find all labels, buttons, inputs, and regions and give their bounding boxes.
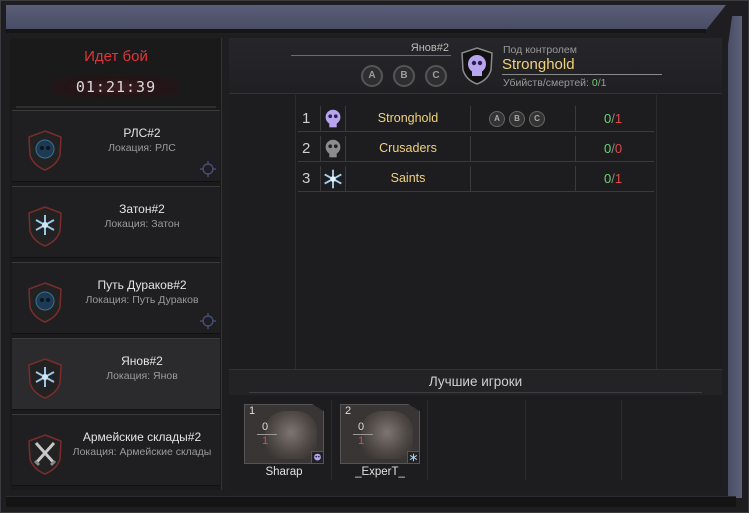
column-divider (575, 166, 576, 192)
capture-point-c-icon: C (529, 111, 545, 127)
player-rank: 1 (249, 405, 256, 417)
controlled-underline (502, 74, 662, 75)
location-item-yanov[interactable]: Янов#2 Локация: Янов (12, 338, 220, 410)
skull-emblem-icon (28, 130, 62, 171)
location-subtitle: Локация: Янов (106, 370, 178, 382)
title-bar-shadow (6, 29, 706, 33)
faction-deaths: 1 (614, 111, 623, 126)
location-item-zaton[interactable]: Затон#2 Локация: Затон (12, 186, 220, 258)
faction-name: Saints (390, 171, 426, 185)
snowflake-emblem-icon (28, 206, 62, 247)
player-slot-divider (621, 400, 622, 480)
header-location-name: Янов#2 (410, 42, 449, 54)
faction-deaths: 0 (614, 141, 623, 156)
faction-score: 0/0 (578, 141, 648, 156)
faction-rank: 1 (302, 110, 311, 127)
player-deaths: 1 (262, 435, 269, 447)
faction-row[interactable]: 1 Stronghold A B C 0/1 (298, 106, 654, 132)
skull-emblem-icon (28, 282, 62, 323)
best-players-underline (249, 392, 702, 393)
snowflake-icon (407, 451, 419, 463)
faction-name: Stronghold (377, 111, 439, 125)
player-kills: 0 (358, 421, 365, 433)
column-divider (470, 106, 471, 132)
player-name: _ExperT_ (355, 466, 405, 478)
location-name: Армейские склады#2 (82, 430, 202, 444)
locations-panel: Идет бой 01:21:39 РЛС#2 Локация: РЛС Зат… (10, 38, 222, 490)
faction-name: Crusaders (379, 141, 437, 155)
column-divider (575, 106, 576, 132)
player-kills: 0 (262, 421, 269, 433)
faction-deaths: 1 (614, 171, 623, 186)
capture-point-b-icon: B (393, 65, 415, 87)
crossed-swords-emblem-icon (28, 434, 62, 475)
snowflake-emblem-icon (28, 358, 62, 399)
snowflake-icon (320, 166, 346, 192)
player-portrait-frame: 1 0 1 (244, 404, 324, 464)
battle-detail-panel: Янов#2 A B C Под контролем Stronghold Уб… (229, 38, 722, 490)
player-slot-divider (427, 400, 428, 480)
faction-rank: 2 (302, 140, 311, 157)
kills-deaths-summary: Убийств/смертей: 0/1 (503, 77, 607, 89)
location-subtitle: Локация: РЛС (108, 142, 176, 154)
battle-timer: 01:21:39 (52, 76, 180, 98)
best-player-card[interactable]: 1 0 1 Sharap (244, 404, 324, 482)
capture-point-b-icon: B (509, 111, 525, 127)
skull-icon (320, 106, 346, 132)
best-players-title: Лучшие игроки (428, 374, 523, 389)
player-name: Sharap (265, 466, 303, 478)
capture-point-c-icon: C (425, 65, 447, 87)
location-name: РЛС#2 (123, 126, 161, 140)
faction-leaderboard: 1 Stronghold A B C 0/1 2 Crusaders 0/0 3… (295, 95, 657, 369)
faction-score: 0/1 (578, 171, 648, 186)
player-portrait-frame: 2 0 1 (340, 404, 420, 464)
skull-icon (311, 451, 323, 463)
faction-row[interactable]: 2 Crusaders 0/0 (298, 136, 654, 162)
location-name: Путь Дураков#2 (97, 278, 187, 292)
divider (16, 106, 216, 108)
faction-rank: 3 (302, 170, 311, 187)
player-avatar (265, 411, 317, 459)
header-underline (291, 55, 451, 56)
controlled-by-faction: Stronghold (502, 56, 575, 73)
bottom-frame-rim (6, 496, 736, 507)
location-subtitle: Локация: Путь Дураков (85, 294, 199, 306)
window-title-bar (6, 5, 726, 32)
player-deaths: 1 (358, 435, 365, 447)
battle-status: Идет бой (84, 48, 148, 65)
location-item-put-durakov[interactable]: Путь Дураков#2 Локация: Путь Дураков (12, 262, 220, 334)
best-players-header: Лучшие игроки (229, 369, 722, 395)
location-subtitle: Локация: Затон (104, 218, 180, 230)
player-slot-divider (525, 400, 526, 480)
faction-score: 0/1 (578, 111, 648, 126)
grey-skull-icon (320, 136, 346, 162)
capture-point-a-icon: A (489, 111, 505, 127)
location-item-army-warehouses[interactable]: Армейские склады#2 Локация: Армейские ск… (12, 414, 220, 486)
location-item-rls[interactable]: РЛС#2 Локация: РЛС (12, 110, 220, 182)
player-rank: 2 (345, 405, 352, 417)
right-frame-bar (728, 16, 742, 498)
location-subtitle: Локация: Армейские склады (72, 446, 212, 458)
kd-deaths: 1 (600, 77, 607, 89)
player-avatar (361, 411, 413, 459)
stronghold-emblem-icon (461, 47, 493, 85)
location-header: Янов#2 A B C Под контролем Stronghold Уб… (229, 38, 722, 94)
column-divider (470, 136, 471, 162)
player-slot-divider (331, 400, 332, 480)
column-divider (575, 136, 576, 162)
column-divider (470, 166, 471, 192)
capture-point-a-icon: A (361, 65, 383, 87)
kd-label: Убийств/смертей: (503, 77, 589, 89)
faction-row[interactable]: 3 Saints 0/1 (298, 166, 654, 192)
crosshair-icon[interactable] (200, 313, 216, 329)
best-player-card[interactable]: 2 0 1 _ExperT_ (340, 404, 420, 482)
crosshair-icon[interactable] (200, 161, 216, 177)
location-name: Янов#2 (121, 354, 163, 368)
controlled-by-label: Под контролем (503, 44, 577, 56)
location-name: Затон#2 (119, 202, 165, 216)
